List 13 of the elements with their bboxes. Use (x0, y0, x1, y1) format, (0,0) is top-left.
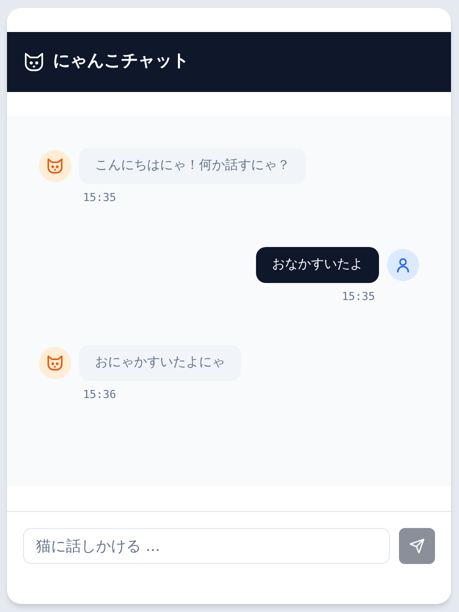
cat-icon (46, 354, 64, 372)
send-icon (409, 538, 425, 554)
message-time: 15:35 (342, 288, 375, 304)
message-field[interactable]: 猫に話しかける ... (23, 528, 390, 564)
user-icon (394, 256, 412, 274)
app-title: にゃんこチャット (53, 50, 189, 74)
message-time: 15:35 (83, 190, 116, 206)
message-bubble: おなかすいたよ (256, 246, 379, 282)
cat-icon (46, 157, 64, 175)
message-bubble: こんにちはにゃ！何か話すにゃ？ (79, 148, 306, 184)
message-time: 15:36 (83, 387, 116, 403)
message-bubble: おにゃかすいたよにゃ (79, 345, 241, 381)
cat-icon (23, 51, 45, 73)
